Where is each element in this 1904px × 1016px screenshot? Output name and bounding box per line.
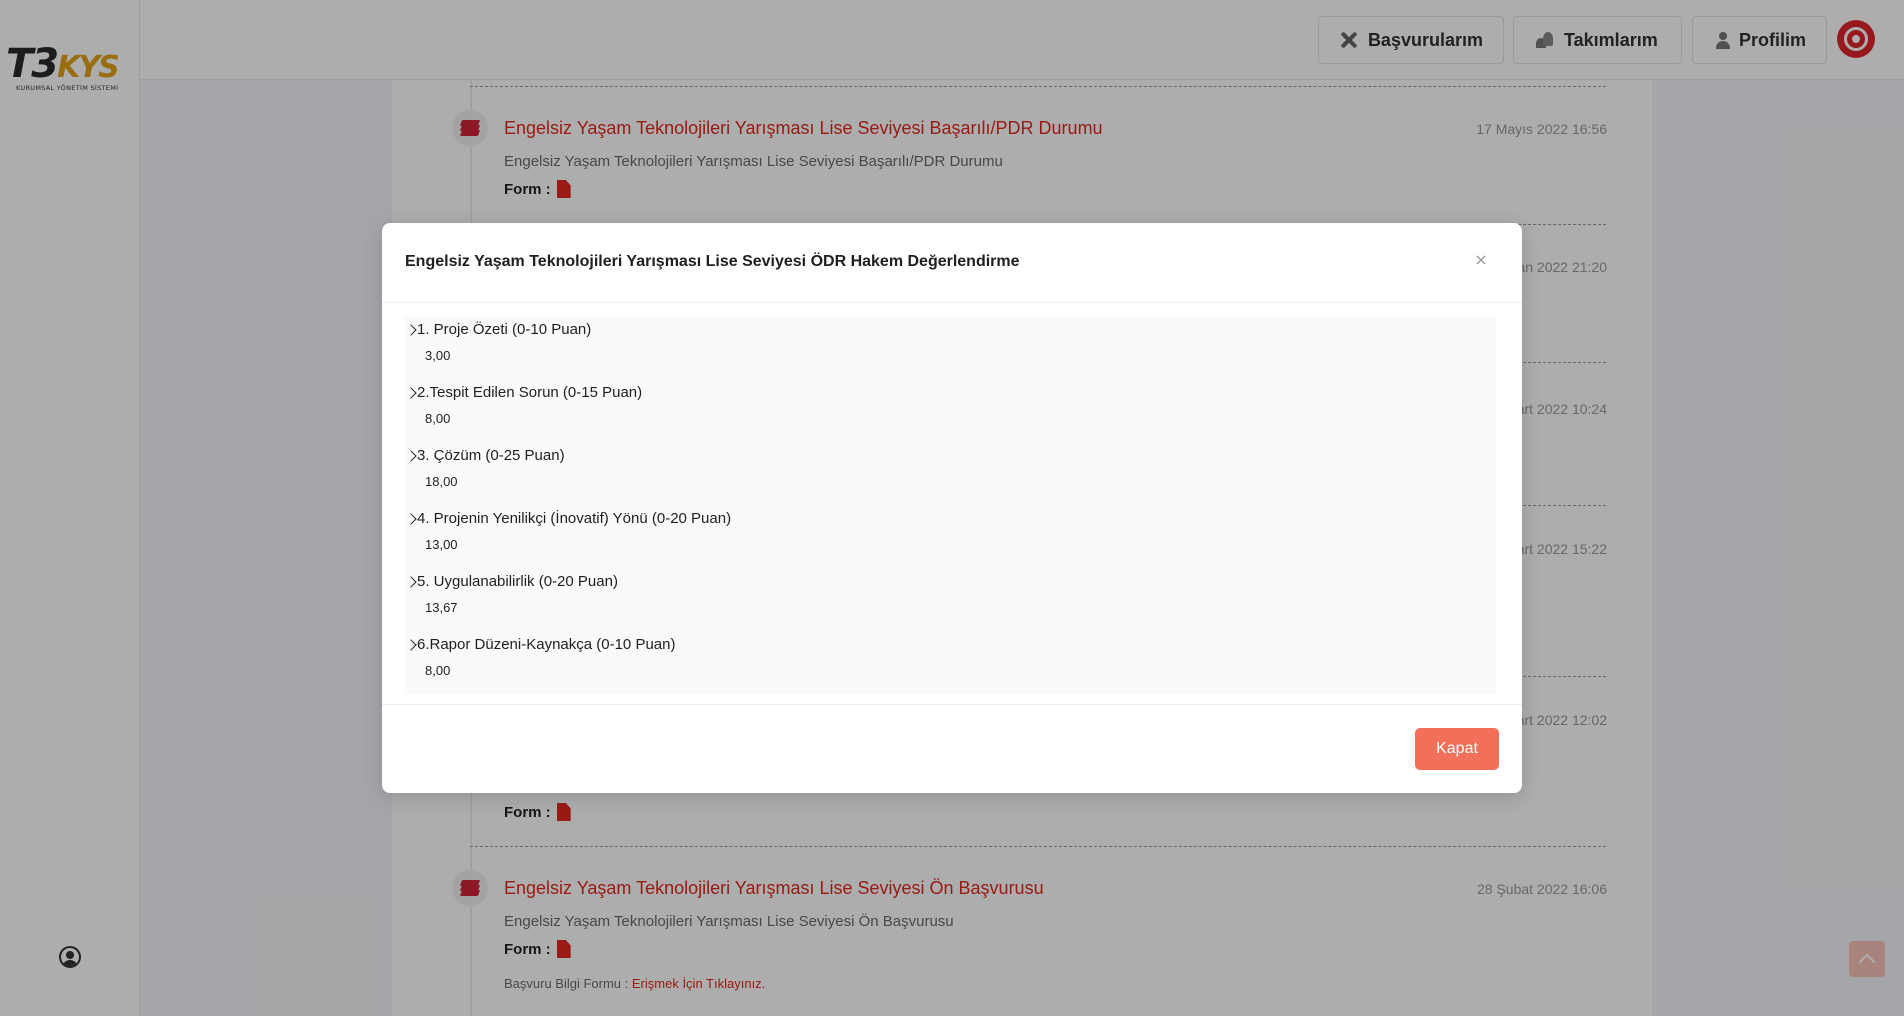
- close-icon[interactable]: ×: [1474, 252, 1488, 268]
- criterion-item: 3. Çözüm (0-25 Puan) 18,00: [405, 442, 1496, 505]
- close-button[interactable]: Kapat: [1415, 728, 1499, 770]
- chevron-right-icon: [405, 386, 417, 399]
- criterion-score: 13,67: [425, 600, 458, 615]
- modal-title: Engelsiz Yaşam Teknolojileri Yarışması L…: [405, 253, 1020, 270]
- criterion-label: 1. Proje Özeti (0-10 Puan): [405, 321, 591, 338]
- criterion-score: 8,00: [425, 411, 451, 426]
- criterion-item: 6.Rapor Düzeni-Kaynakça (0-10 Puan) 8,00: [405, 631, 1496, 694]
- modal-header: Engelsiz Yaşam Teknolojileri Yarışması L…: [382, 223, 1522, 303]
- chevron-right-icon: [405, 575, 417, 588]
- criterion-label: 3. Çözüm (0-25 Puan): [405, 447, 565, 464]
- criterion-score: 3,00: [425, 348, 451, 363]
- chevron-right-icon: [405, 449, 417, 462]
- criterion-score: 8,00: [425, 663, 451, 678]
- chevron-right-icon: [405, 323, 417, 336]
- modal-body: 1. Proje Özeti (0-10 Puan) 3,00 2.Tespit…: [405, 316, 1496, 694]
- criterion-score: 18,00: [425, 474, 458, 489]
- modal-footer: Kapat: [382, 704, 1522, 793]
- chevron-right-icon: [405, 512, 417, 525]
- criterion-label: 6.Rapor Düzeni-Kaynakça (0-10 Puan): [405, 636, 675, 653]
- criterion-item: 4. Projenin Yenilikçi (İnovatif) Yönü (0…: [405, 505, 1496, 568]
- criterion-item: 5. Uygulanabilirlik (0-20 Puan) 13,67: [405, 568, 1496, 631]
- criterion-label: 2.Tespit Edilen Sorun (0-15 Puan): [405, 384, 642, 401]
- criterion-score: 13,00: [425, 537, 458, 552]
- criterion-item: 1. Proje Özeti (0-10 Puan) 3,00: [405, 316, 1496, 379]
- evaluation-modal: Engelsiz Yaşam Teknolojileri Yarışması L…: [382, 223, 1522, 793]
- criterion-label: 5. Uygulanabilirlik (0-20 Puan): [405, 573, 618, 590]
- criterion-item: 2.Tespit Edilen Sorun (0-15 Puan) 8,00: [405, 379, 1496, 442]
- criterion-label: 4. Projenin Yenilikçi (İnovatif) Yönü (0…: [405, 510, 731, 527]
- chevron-right-icon: [405, 638, 417, 651]
